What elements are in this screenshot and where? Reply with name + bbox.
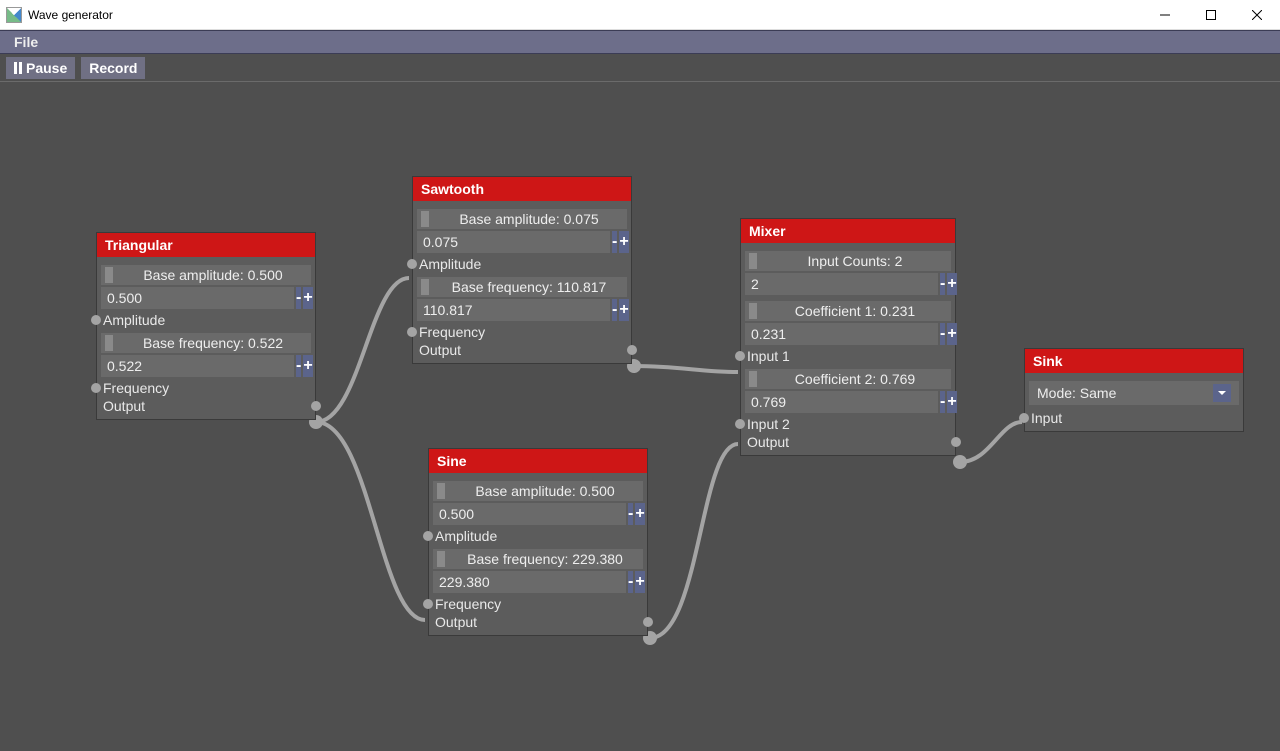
mixer-coef2-label: Coefficient 2: 0.769 [745,369,951,389]
port-dot-icon[interactable] [1019,413,1029,423]
chevron-down-icon [1213,384,1231,402]
triangular-base-freq-input[interactable] [101,355,294,377]
mixer-coef1-minus[interactable]: - [940,323,945,345]
sawtooth-base-freq-label: Base frequency: 110.817 [417,277,627,297]
window-minimize-button[interactable] [1142,0,1188,30]
drag-handle-icon[interactable] [105,335,113,351]
sawtooth-base-freq-minus[interactable]: - [612,299,617,321]
triangular-base-amp-minus[interactable]: - [296,287,301,309]
mixer-input-counts-minus[interactable]: - [940,273,945,295]
mixer-coef1-plus[interactable]: + [947,323,956,345]
sink-mode-select[interactable]: Mode: Same [1029,381,1239,405]
port-dot-icon[interactable] [735,419,745,429]
sawtooth-base-freq-plus[interactable]: + [619,299,628,321]
pause-icon [14,62,22,74]
sawtooth-amplitude-port[interactable]: Amplitude [417,255,627,273]
triangular-frequency-port[interactable]: Frequency [101,379,311,397]
triangular-base-freq-label: Base frequency: 0.522 [101,333,311,353]
port-dot-icon[interactable] [91,315,101,325]
drag-handle-icon[interactable] [437,483,445,499]
sawtooth-base-amp-plus[interactable]: + [619,231,628,253]
port-dot-icon[interactable] [735,351,745,361]
node-canvas[interactable]: Triangular Base amplitude: 0.500 - + Amp… [0,82,1280,751]
port-dot-icon[interactable] [423,599,433,609]
port-dot-icon[interactable] [407,259,417,269]
node-mixer[interactable]: Mixer Input Counts: 2 - + Coefficient 1:… [740,218,956,456]
mixer-output-port[interactable]: Output [745,433,951,451]
triangular-base-amp-plus[interactable]: + [303,287,312,309]
mixer-input-counts-input[interactable] [745,273,938,295]
port-dot-icon[interactable] [423,531,433,541]
node-sawtooth-header[interactable]: Sawtooth [413,177,631,201]
mixer-coef1-input[interactable] [745,323,938,345]
mixer-input1-port[interactable]: Input 1 [745,347,951,365]
window-maximize-button[interactable] [1188,0,1234,30]
mixer-coef2-plus[interactable]: + [947,391,956,413]
sine-output-port[interactable]: Output [433,613,643,631]
app-icon [6,7,22,23]
sink-input-port[interactable]: Input [1029,409,1239,427]
port-dot-icon[interactable] [643,617,653,627]
triangular-base-amp-label: Base amplitude: 0.500 [101,265,311,285]
node-triangular-header[interactable]: Triangular [97,233,315,257]
sink-mode-label: Mode: Same [1037,385,1116,401]
sine-base-freq-label: Base frequency: 229.380 [433,549,643,569]
toolbar: Pause Record [0,54,1280,82]
sine-base-amp-label: Base amplitude: 0.500 [433,481,643,501]
record-label: Record [89,60,137,76]
sine-base-amp-plus[interactable]: + [635,503,644,525]
sawtooth-base-amp-input[interactable] [417,231,610,253]
mixer-input-counts-label: Input Counts: 2 [745,251,951,271]
window-title: Wave generator [28,8,113,22]
drag-handle-icon[interactable] [421,211,429,227]
triangular-base-freq-plus[interactable]: + [303,355,312,377]
sine-base-freq-plus[interactable]: + [635,571,644,593]
port-dot-icon[interactable] [91,383,101,393]
menubar: File [0,30,1280,54]
port-dot-icon[interactable] [407,327,417,337]
window-close-button[interactable] [1234,0,1280,30]
drag-handle-icon[interactable] [421,279,429,295]
drag-handle-icon[interactable] [749,303,757,319]
mixer-input-counts-plus[interactable]: + [947,273,956,295]
node-sink-header[interactable]: Sink [1025,349,1243,373]
mixer-coef1-label: Coefficient 1: 0.231 [745,301,951,321]
sawtooth-base-amp-label: Base amplitude: 0.075 [417,209,627,229]
drag-handle-icon[interactable] [105,267,113,283]
sawtooth-base-freq-input[interactable] [417,299,610,321]
port-dot-icon[interactable] [951,437,961,447]
record-button[interactable]: Record [81,57,145,79]
drag-handle-icon[interactable] [749,253,757,269]
sine-base-amp-minus[interactable]: - [628,503,633,525]
window-titlebar: Wave generator [0,0,1280,30]
drag-handle-icon[interactable] [437,551,445,567]
node-sawtooth[interactable]: Sawtooth Base amplitude: 0.075 - + Ampli… [412,176,632,364]
mixer-coef2-minus[interactable]: - [940,391,945,413]
sawtooth-output-port[interactable]: Output [417,341,627,359]
port-dot-icon[interactable] [311,401,321,411]
node-sine[interactable]: Sine Base amplitude: 0.500 - + Amplitude… [428,448,648,636]
sawtooth-base-amp-minus[interactable]: - [612,231,617,253]
node-sine-header[interactable]: Sine [429,449,647,473]
triangular-output-port[interactable]: Output [101,397,311,415]
pause-label: Pause [26,60,67,76]
triangular-amplitude-port[interactable]: Amplitude [101,311,311,329]
pause-button[interactable]: Pause [6,57,75,79]
sine-base-freq-input[interactable] [433,571,626,593]
node-sink[interactable]: Sink Mode: Same Input [1024,348,1244,432]
node-mixer-header[interactable]: Mixer [741,219,955,243]
drag-handle-icon[interactable] [749,371,757,387]
port-dot-icon[interactable] [627,345,637,355]
sine-frequency-port[interactable]: Frequency [433,595,643,613]
triangular-base-freq-minus[interactable]: - [296,355,301,377]
sawtooth-frequency-port[interactable]: Frequency [417,323,627,341]
menu-file[interactable]: File [8,32,44,52]
node-triangular[interactable]: Triangular Base amplitude: 0.500 - + Amp… [96,232,316,420]
triangular-base-amp-input[interactable] [101,287,294,309]
sine-amplitude-port[interactable]: Amplitude [433,527,643,545]
mixer-coef2-input[interactable] [745,391,938,413]
mixer-input2-port[interactable]: Input 2 [745,415,951,433]
sine-base-freq-minus[interactable]: - [628,571,633,593]
sine-base-amp-input[interactable] [433,503,626,525]
